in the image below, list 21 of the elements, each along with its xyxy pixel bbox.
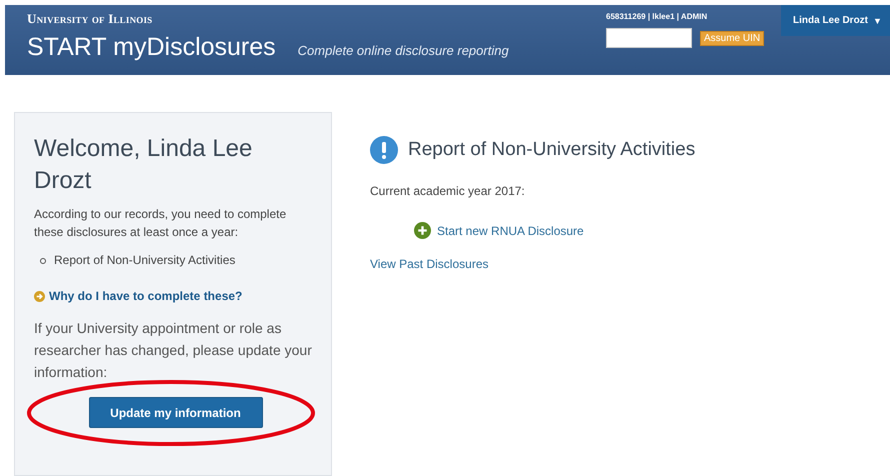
bullet-icon [40, 258, 46, 264]
user-menu-button[interactable]: Linda Lee Drozt ▼ [781, 5, 890, 36]
update-info-button[interactable]: Update my information [88, 397, 262, 428]
caret-icon: ▼ [873, 16, 882, 26]
app-title: START myDisclosures [27, 33, 276, 62]
welcome-heading: Welcome, Linda Lee Drozt [34, 134, 254, 196]
why-link[interactable]: Why do I have to complete these? [49, 289, 242, 303]
disclosure-item: Report of Non-University Activities [54, 253, 236, 267]
uin-field[interactable] [606, 28, 692, 48]
alert-icon [370, 136, 398, 164]
user-info: 658311269 | lklee1 | ADMIN [606, 12, 708, 21]
report-title: Report of Non-University Activities [408, 139, 696, 161]
plus-circle-icon [414, 222, 431, 239]
update-text: If your University appointment or role as researcher has changed, please update your information: [34, 319, 313, 382]
app-tagline: Complete online disclosure reporting [298, 43, 509, 58]
past-disclosures-link[interactable]: View Past Disclosures [370, 257, 488, 271]
arrow-circle-icon [34, 290, 45, 302]
start-disclosure-link[interactable]: Start new RNUA Disclosure [437, 224, 584, 238]
intro-text: According to our records, you need to complete these disclosures at least once a year: [34, 206, 288, 241]
academic-year-text: Current academic year 2017: [370, 184, 526, 198]
university-name: University of Illinois [27, 11, 154, 27]
